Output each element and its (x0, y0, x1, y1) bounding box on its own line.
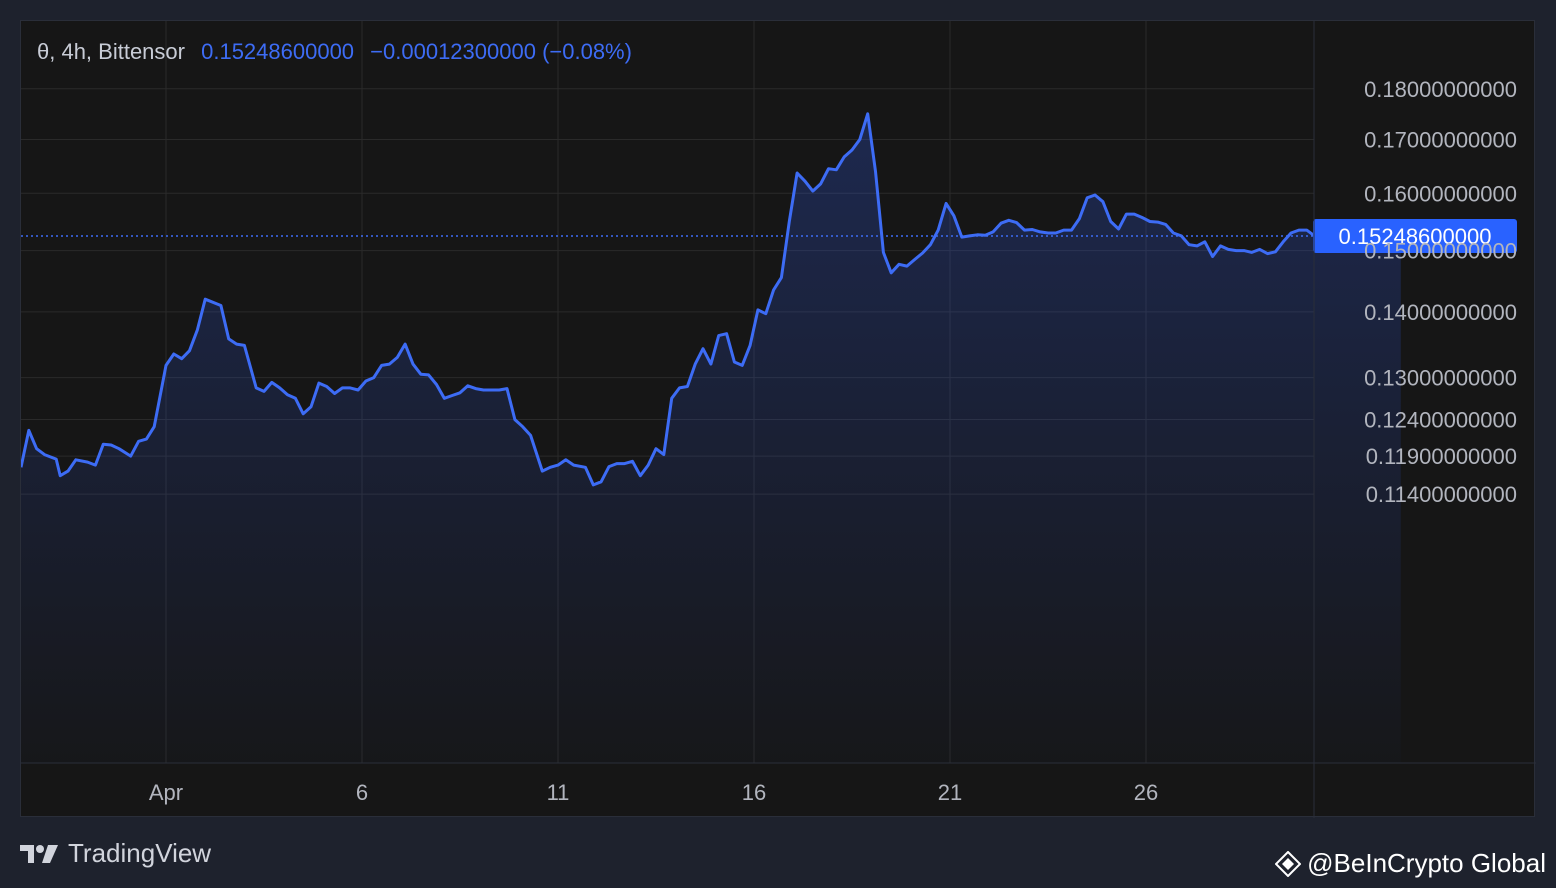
tradingview-logo[interactable]: TradingView (20, 838, 211, 869)
y-tick-label: 0.16000000000 (1364, 181, 1517, 206)
price-value: 0.15248600000 (201, 39, 355, 64)
chart-panel: 0.15248600000 0.18000000000 0.17000000000… (20, 20, 1536, 818)
x-tick-label: 21 (938, 780, 962, 805)
x-axis: Apr 6 11 16 21 26 (21, 762, 1536, 805)
beincrypto-watermark: @BeInCrypto Global (1275, 848, 1546, 879)
legend: θ, 4h, Bittensor 0.15248600000 −0.000123… (37, 39, 632, 65)
x-tick-label: 16 (742, 780, 766, 805)
y-tick-label: 0.15000000000 (1364, 239, 1517, 264)
y-tick-label: 0.14000000000 (1364, 300, 1517, 325)
y-tick-label: 0.11900000000 (1366, 444, 1517, 469)
price-change: −0.00012300000 (−0.08%) (370, 39, 632, 64)
y-tick-label: 0.13000000000 (1364, 366, 1517, 391)
area-path (21, 113, 1401, 764)
beincrypto-icon (1275, 850, 1302, 877)
symbol-label: θ, 4h, Bittensor (37, 39, 185, 64)
x-tick-label: 11 (547, 780, 570, 805)
x-tick-label: 6 (356, 780, 368, 805)
y-tick-label: 0.18000000000 (1364, 77, 1517, 102)
x-tick-label: 26 (1134, 780, 1158, 805)
area-fill (21, 113, 1401, 764)
watermark-label: @BeInCrypto Global (1307, 848, 1546, 878)
y-tick-label: 0.12400000000 (1364, 408, 1517, 433)
y-tick-label: 0.11400000000 (1366, 482, 1517, 507)
x-tick-label: Apr (149, 780, 183, 805)
tradingview-icon (20, 844, 58, 863)
price-chart: 0.15248600000 0.18000000000 0.17000000000… (21, 21, 1536, 818)
y-tick-label: 0.17000000000 (1364, 128, 1517, 153)
tradingview-label: TradingView (68, 838, 212, 868)
